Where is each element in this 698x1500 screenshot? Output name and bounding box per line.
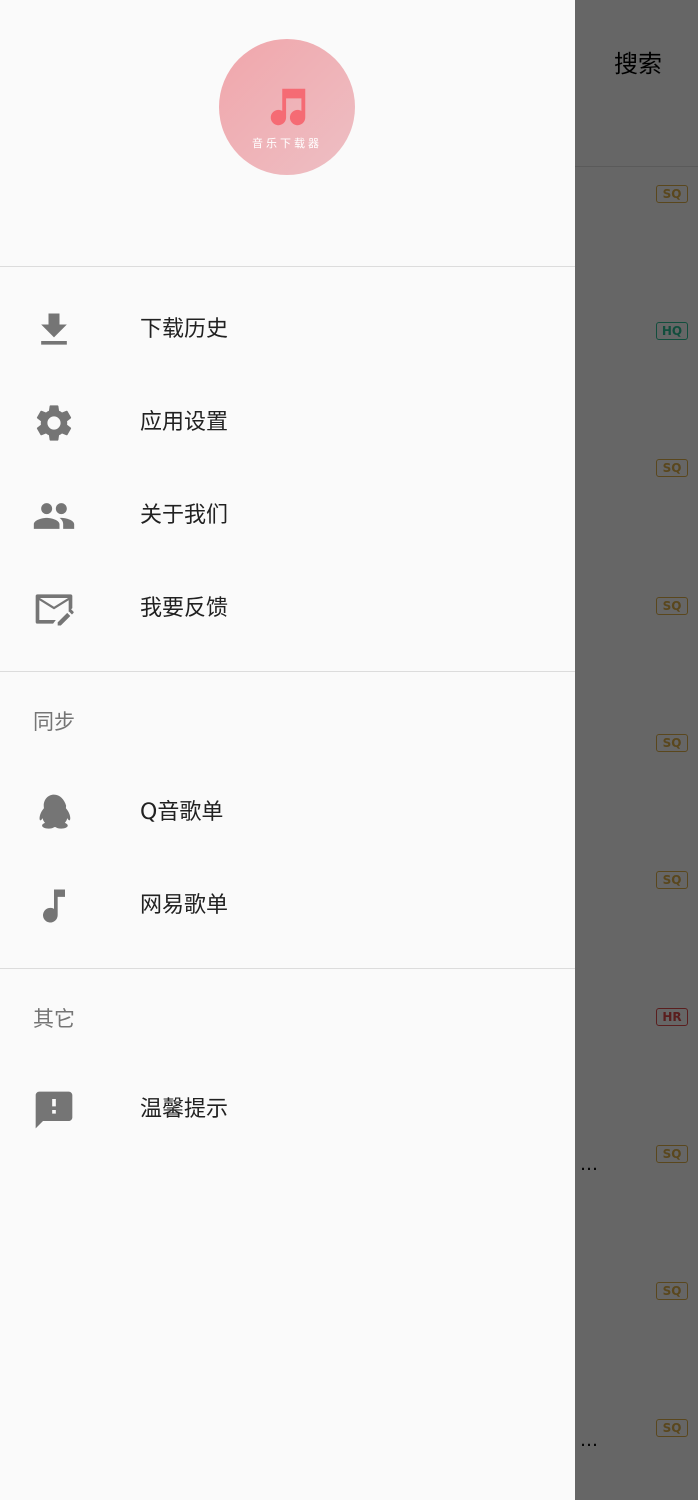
section-divider — [0, 671, 575, 672]
download-icon — [32, 308, 76, 352]
menu-item-label: 关于我们 — [140, 503, 229, 528]
screen: 搜索 SQ HQ SQ SQ SQ SQ HR SQ SQ SQ … … 音乐下… — [0, 0, 698, 1500]
menu-item-netease-playlist[interactable]: 网易歌单 — [0, 860, 575, 953]
menu-item-about-us[interactable]: 关于我们 — [0, 470, 575, 563]
feedback-alert-icon — [32, 1088, 76, 1132]
menu-item-label: 下载历史 — [140, 317, 229, 342]
menu-item-label: 温馨提示 — [140, 1097, 229, 1122]
app-logo: 音乐下载器 — [219, 39, 355, 175]
drawer-header: 音乐下载器 — [0, 0, 575, 267]
menu-item-tips[interactable]: 温馨提示 — [0, 1064, 575, 1157]
menu-item-label: Q音歌单 — [140, 800, 224, 825]
section-divider — [0, 968, 575, 969]
navigation-drawer: 音乐下载器 下载历史 应用设置 关于我们 我要反馈 同步 Q音歌单 网易歌单 其… — [0, 0, 575, 1500]
menu-item-feedback[interactable]: 我要反馈 — [0, 563, 575, 656]
qq-penguin-icon — [32, 791, 76, 835]
menu-item-qq-playlist[interactable]: Q音歌单 — [0, 767, 575, 860]
menu-item-label: 网易歌单 — [140, 893, 229, 918]
menu-item-download-history[interactable]: 下载历史 — [0, 284, 575, 377]
menu-item-label: 应用设置 — [140, 410, 229, 435]
menu-item-label: 我要反馈 — [140, 596, 229, 621]
mail-edit-icon — [32, 587, 76, 631]
people-icon — [32, 494, 76, 538]
music-note-logo-icon — [270, 88, 306, 126]
app-logo-text: 音乐下载器 — [252, 137, 322, 150]
gear-icon — [32, 401, 76, 445]
music-note-icon — [32, 884, 76, 928]
section-title-sync: 同步 — [33, 710, 75, 734]
section-title-other: 其它 — [33, 1007, 75, 1031]
menu-item-app-settings[interactable]: 应用设置 — [0, 377, 575, 470]
